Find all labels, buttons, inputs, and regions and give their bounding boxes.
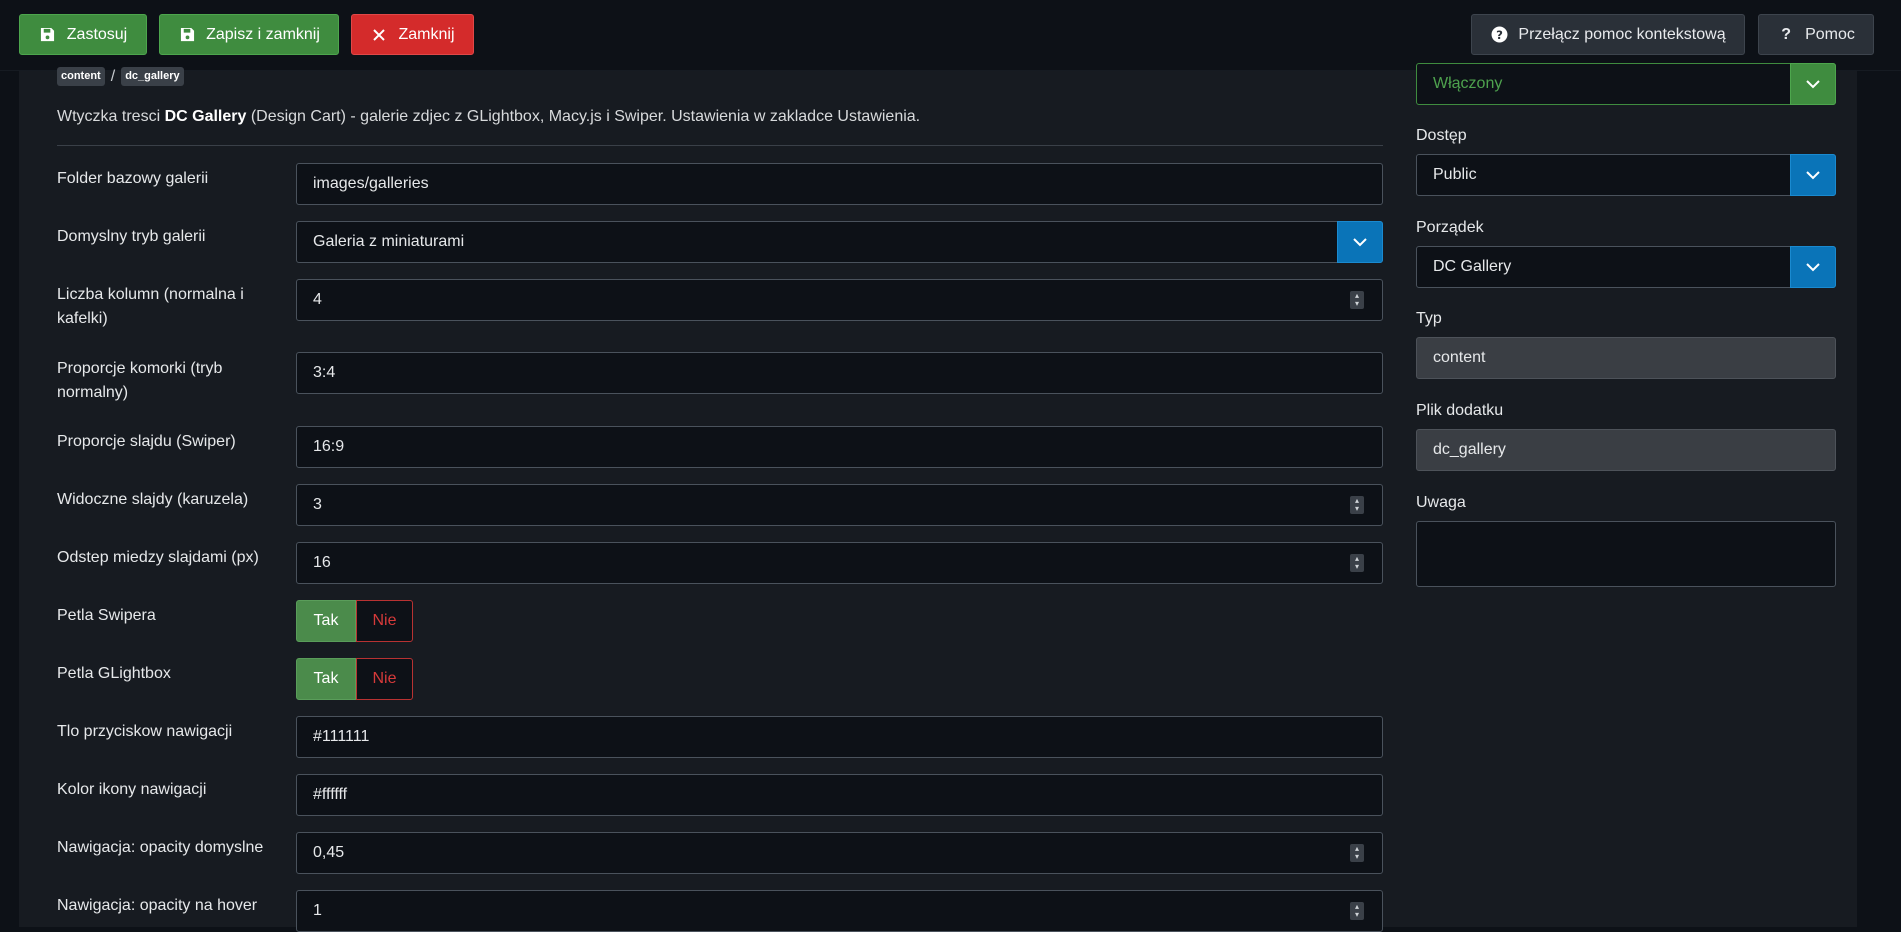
- visible-slides-input[interactable]: 3 ▴ ▾: [296, 484, 1383, 526]
- x-icon: [370, 26, 388, 44]
- base-folder-input[interactable]: images/galleries: [296, 163, 1383, 205]
- columns-input[interactable]: 4 ▴ ▾: [296, 279, 1383, 321]
- slide-gap-input[interactable]: 16 ▴ ▾: [296, 542, 1383, 584]
- breadcrumb-separator: /: [110, 67, 116, 85]
- question-icon: ?: [1781, 25, 1791, 43]
- base-folder-label: Folder bazowy galerii: [57, 170, 209, 187]
- access-value: Public: [1433, 166, 1477, 183]
- type-field: content: [1416, 337, 1836, 379]
- base-folder-value: images/galleries: [313, 175, 429, 192]
- ordering-select[interactable]: DC Gallery: [1416, 246, 1836, 288]
- plugin-file-label: Plik dodatku: [1416, 402, 1504, 419]
- slide-ratio-input[interactable]: 16:9: [296, 426, 1383, 468]
- default-mode-select[interactable]: Galeria z miniaturami: [296, 221, 1383, 263]
- toolbar: Zastosuj Zapisz i zamknij Zamknij ? Prze…: [0, 0, 1901, 71]
- chevron-down-icon[interactable]: [1790, 154, 1836, 196]
- glightbox-loop-toggle: Tak Nie: [296, 658, 413, 700]
- nav-opacity-hover-value: 1: [313, 902, 322, 919]
- save-close-button[interactable]: Zapisz i zamknij: [159, 14, 339, 55]
- number-spinner-icon[interactable]: ▴ ▾: [1350, 554, 1364, 572]
- access-select[interactable]: Public: [1416, 154, 1836, 196]
- visible-slides-value: 3: [313, 496, 322, 513]
- slide-ratio-label: Proporcje slajdu (Swiper): [57, 433, 236, 450]
- description-prefix: Wtyczka tresci: [57, 108, 165, 125]
- chevron-down-icon[interactable]: [1790, 63, 1836, 105]
- slide-gap-value: 16: [313, 554, 331, 571]
- close-button[interactable]: Zamknij: [351, 14, 474, 55]
- nav-opacity-hover-label: Nawigacja: opacity na hover: [57, 897, 258, 914]
- swiper-loop-toggle: Tak Nie: [296, 600, 413, 642]
- nav-bg-label: Tlo przyciskow nawigacji: [57, 723, 233, 740]
- nav-opacity-input[interactable]: 0,45 ▴ ▾: [296, 832, 1383, 874]
- number-spinner-icon[interactable]: ▴ ▾: [1350, 902, 1364, 920]
- breadcrumb-element: dc_gallery: [121, 67, 184, 86]
- type-label: Typ: [1416, 310, 1442, 327]
- nav-icon-color-label: Kolor ikony nawigacji: [57, 781, 207, 798]
- nav-opacity-value: 0,45: [313, 844, 345, 861]
- note-textarea[interactable]: [1416, 521, 1836, 587]
- apply-label: Zastosuj: [66, 25, 128, 43]
- nav-opacity-label: Nawigacja: opacity domyslne: [57, 839, 264, 856]
- context-help-label: Przełącz pomoc kontekstową: [1518, 25, 1726, 43]
- number-spinner-icon[interactable]: ▴ ▾: [1350, 291, 1364, 309]
- columns-value: 4: [313, 291, 322, 308]
- cell-ratio-input[interactable]: 3:4: [296, 352, 1383, 394]
- swiper-loop-label: Petla Swipera: [57, 607, 156, 624]
- visible-slides-label: Widoczne slajdy (karuzela): [57, 491, 249, 508]
- nav-bg-input[interactable]: #111111: [296, 716, 1383, 758]
- glightbox-loop-label: Petla GLightbox: [57, 665, 171, 682]
- glightbox-loop-no[interactable]: Nie: [356, 658, 413, 700]
- apply-button[interactable]: Zastosuj: [19, 14, 147, 55]
- chevron-down-icon[interactable]: [1790, 246, 1836, 288]
- default-mode-label: Domyslny tryb galerii: [57, 228, 206, 245]
- plugin-file-field: dc_gallery: [1416, 429, 1836, 471]
- status-select[interactable]: Włączony: [1416, 63, 1836, 105]
- nav-icon-color-value: #ffffff: [313, 786, 348, 803]
- divider: [57, 145, 1383, 146]
- number-spinner-icon[interactable]: ▴ ▾: [1350, 496, 1364, 514]
- nav-opacity-hover-input[interactable]: 1 ▴ ▾: [296, 890, 1383, 932]
- svg-text:?: ?: [1496, 28, 1503, 42]
- breadcrumb: content / dc_gallery: [57, 67, 184, 86]
- nav-icon-color-input[interactable]: #ffffff: [296, 774, 1383, 816]
- cell-ratio-label: Proporcje komorki (tryb normalny): [57, 360, 223, 401]
- slide-gap-label: Odstep miedzy slajdami (px): [57, 549, 259, 566]
- status-value: Włączony: [1433, 75, 1503, 92]
- columns-label: Liczba kolumn (normalna i kafelki): [57, 286, 244, 327]
- slide-ratio-value: 16:9: [313, 438, 345, 455]
- nav-bg-value: #111111: [313, 728, 370, 745]
- plugin-description: Wtyczka tresci DC Gallery (Design Cart) …: [57, 108, 920, 126]
- help-button[interactable]: ? Pomoc: [1758, 14, 1874, 55]
- ordering-value: DC Gallery: [1433, 258, 1512, 275]
- breadcrumb-group: content: [57, 67, 105, 86]
- swiper-loop-no[interactable]: Nie: [356, 600, 413, 642]
- question-circle-icon: ?: [1490, 26, 1508, 44]
- description-suffix: (Design Cart) - galerie zdjec z GLightbo…: [246, 108, 921, 125]
- context-help-button[interactable]: ? Przełącz pomoc kontekstową: [1471, 14, 1745, 55]
- ordering-label: Porządek: [1416, 219, 1484, 236]
- description-plugin-name: DC Gallery: [164, 108, 247, 125]
- cell-ratio-value: 3:4: [313, 364, 336, 381]
- plugin-file-value: dc_gallery: [1433, 441, 1506, 458]
- chevron-down-icon[interactable]: [1337, 221, 1383, 263]
- swiper-loop-yes[interactable]: Tak: [296, 600, 356, 642]
- access-label: Dostęp: [1416, 127, 1467, 144]
- floppy-disk-icon: [178, 26, 196, 44]
- default-mode-value: Galeria z miniaturami: [313, 233, 465, 250]
- help-label: Pomoc: [1805, 25, 1855, 43]
- floppy-disk-icon: [39, 26, 57, 44]
- note-label: Uwaga: [1416, 494, 1466, 511]
- main-panel: content / dc_gallery Wtyczka tresci DC G…: [19, 63, 1857, 932]
- close-label: Zamknij: [398, 25, 455, 43]
- glightbox-loop-yes[interactable]: Tak: [296, 658, 356, 700]
- type-value: content: [1433, 349, 1486, 366]
- save-close-label: Zapisz i zamknij: [206, 25, 320, 43]
- number-spinner-icon[interactable]: ▴ ▾: [1350, 844, 1364, 862]
